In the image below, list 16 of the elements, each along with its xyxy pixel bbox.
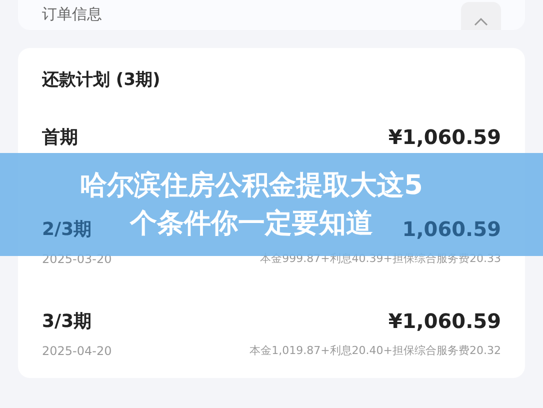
period-label: 3/3期 <box>42 310 92 334</box>
due-date: 2025-03-20 <box>42 251 112 268</box>
due-date: 2025-04-20 <box>42 343 112 360</box>
chevron-icon <box>474 18 488 26</box>
amount: 1,060.59 <box>402 216 501 243</box>
section-title: 订单信息 <box>42 7 102 22</box>
headline-text: 个条件你一定要知道 <box>130 206 373 240</box>
amount: ¥1,060.59 <box>388 124 501 151</box>
amount-breakdown: 本金1,019.87+利息20.40+担保综合服务费20.32 <box>250 342 501 359</box>
headline-text: 哈尔滨住房公积金提取大这5 <box>80 168 423 202</box>
period-label: 首期 <box>42 126 78 150</box>
amount-breakdown: 本金999.87+利息40.39+担保综合服务费20.33 <box>260 250 501 267</box>
period-label: 2/3期 <box>42 218 92 242</box>
card-title: 还款计划 (3期) <box>42 69 162 92</box>
amount: ¥1,060.59 <box>388 308 501 335</box>
collapse-button[interactable] <box>461 2 501 30</box>
